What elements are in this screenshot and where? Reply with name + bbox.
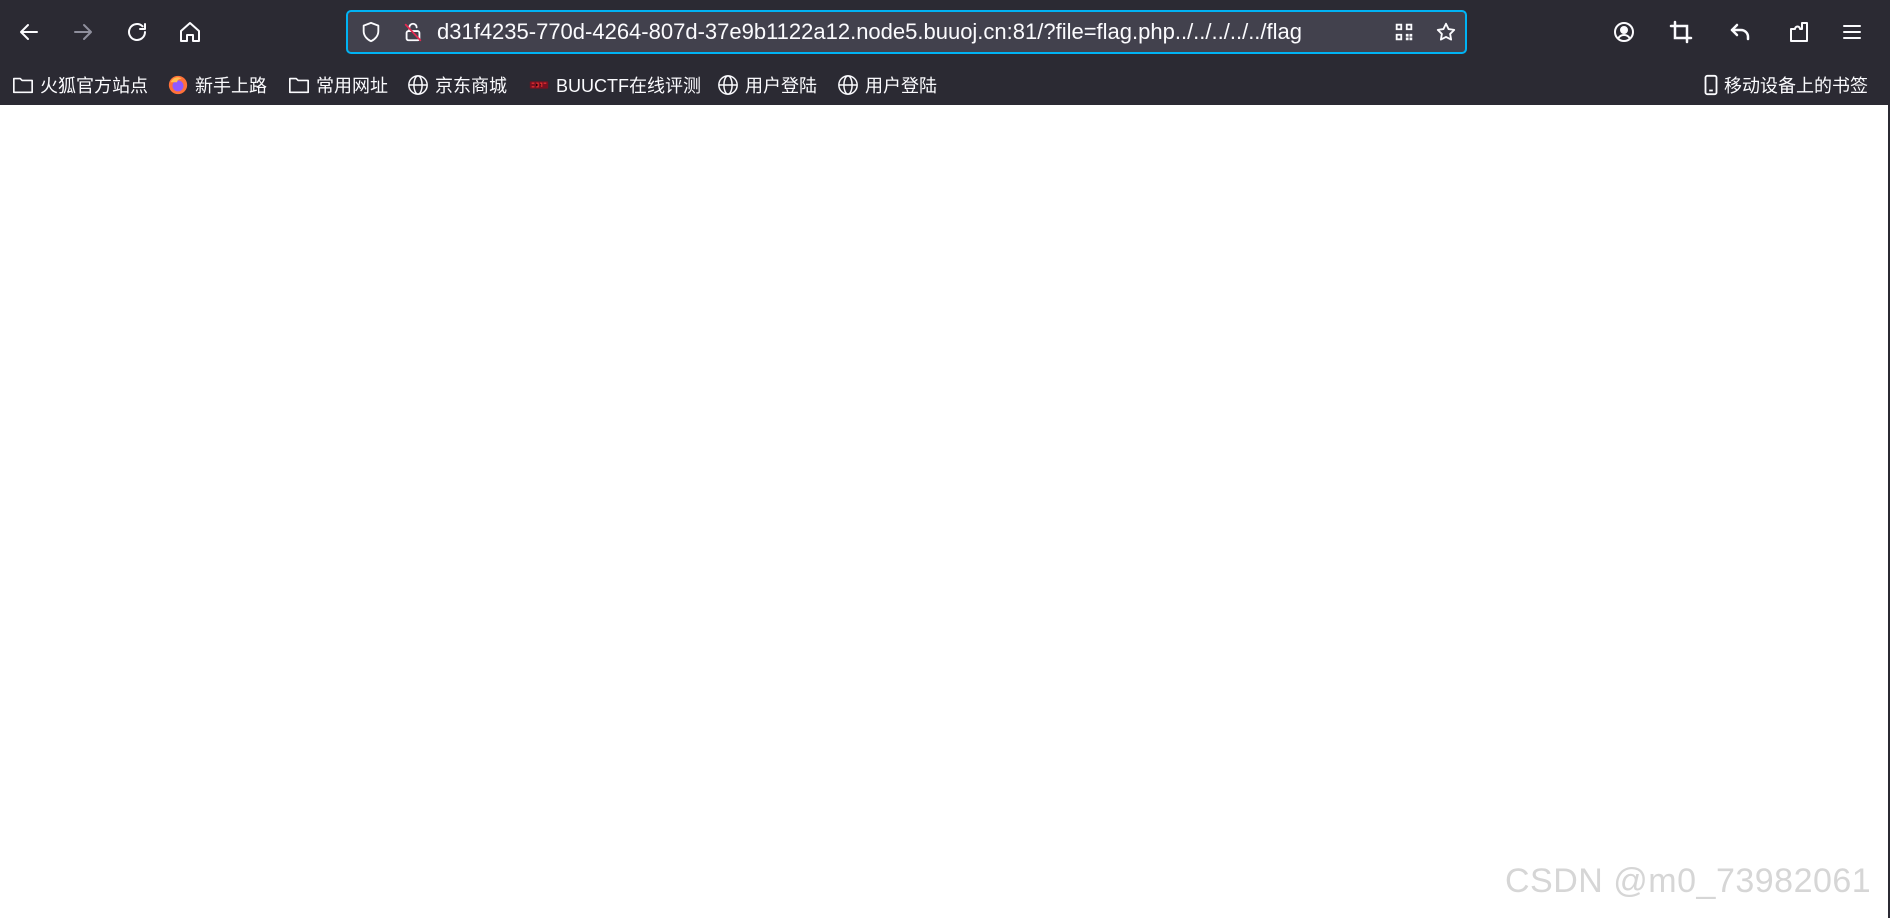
bookmark-label: 常用网址 bbox=[316, 76, 388, 96]
bookmark-jd-mall[interactable]: 京东商城 bbox=[407, 70, 507, 100]
bookmark-label: 新手上路 bbox=[195, 76, 267, 96]
bookmark-label: 京东商城 bbox=[435, 76, 507, 96]
undo-button[interactable] bbox=[1720, 12, 1760, 52]
forward-button[interactable] bbox=[63, 12, 103, 52]
csdn-watermark: CSDN @m0_73982061 bbox=[1505, 862, 1872, 900]
buuctf-favicon bbox=[528, 74, 550, 96]
bookmark-label: 用户登陆 bbox=[865, 76, 937, 96]
puzzle-icon bbox=[1790, 22, 1808, 42]
hamburger-menu-icon bbox=[1843, 25, 1861, 39]
menu-button[interactable] bbox=[1832, 12, 1872, 52]
account-button[interactable] bbox=[1604, 12, 1644, 52]
back-button[interactable] bbox=[9, 12, 49, 52]
globe-icon bbox=[838, 75, 858, 95]
mobile-bookmarks-label: 移动设备上的书签 bbox=[1724, 76, 1868, 96]
arrow-right-icon bbox=[74, 24, 92, 40]
bookmark-folder-common-sites[interactable]: 常用网址 bbox=[288, 70, 388, 100]
url-bar[interactable]: d31f4235-770d-4264-807d-37e9b1122a12.nod… bbox=[346, 10, 1467, 54]
bookmark-user-login-1[interactable]: 用户登陆 bbox=[717, 70, 817, 100]
tracking-protection-icon[interactable] bbox=[358, 19, 384, 45]
reload-button[interactable] bbox=[117, 12, 157, 52]
globe-icon bbox=[408, 75, 428, 95]
bookmark-label: 用户登陆 bbox=[745, 76, 817, 96]
mobile-bookmarks-folder[interactable]: 移动设备上的书签 bbox=[1700, 70, 1868, 100]
bookmarks-toolbar: 火狐官方站点 新手上路 常用网址 京东商城 BUUCTF在线评测 用户登陆 用户… bbox=[0, 64, 1890, 105]
account-icon bbox=[1614, 22, 1634, 42]
bookmark-getting-started[interactable]: 新手上路 bbox=[167, 70, 267, 100]
extensions-button[interactable] bbox=[1778, 12, 1818, 52]
crop-icon bbox=[1669, 20, 1693, 44]
folder-icon bbox=[13, 77, 33, 94]
browser-chrome: d31f4235-770d-4264-807d-37e9b1122a12.nod… bbox=[0, 0, 1890, 105]
globe-icon bbox=[718, 75, 738, 95]
folder-icon bbox=[289, 77, 309, 94]
home-button[interactable] bbox=[170, 12, 210, 52]
navigation-toolbar: d31f4235-770d-4264-807d-37e9b1122a12.nod… bbox=[0, 0, 1890, 64]
qr-code-icon[interactable] bbox=[1391, 19, 1417, 45]
bookmark-label: 火狐官方站点 bbox=[40, 76, 148, 96]
arrow-left-icon bbox=[20, 24, 38, 40]
bookmark-folder-firefox-official[interactable]: 火狐官方站点 bbox=[12, 70, 148, 100]
screenshot-button[interactable] bbox=[1661, 12, 1701, 52]
home-icon bbox=[180, 22, 200, 42]
url-text[interactable]: d31f4235-770d-4264-807d-37e9b1122a12.nod… bbox=[437, 12, 1317, 52]
bookmark-star-icon[interactable] bbox=[1433, 19, 1459, 45]
insecure-lock-icon[interactable] bbox=[400, 19, 426, 45]
reload-icon bbox=[128, 23, 146, 41]
bookmark-label: BUUCTF在线评测 bbox=[556, 76, 701, 96]
firefox-icon bbox=[167, 74, 189, 96]
mobile-icon bbox=[1704, 74, 1718, 96]
undo-icon bbox=[1730, 23, 1750, 41]
bookmark-user-login-2[interactable]: 用户登陆 bbox=[837, 70, 937, 100]
bookmark-buuctf[interactable]: BUUCTF在线评测 bbox=[528, 70, 701, 100]
page-content bbox=[0, 105, 1888, 918]
